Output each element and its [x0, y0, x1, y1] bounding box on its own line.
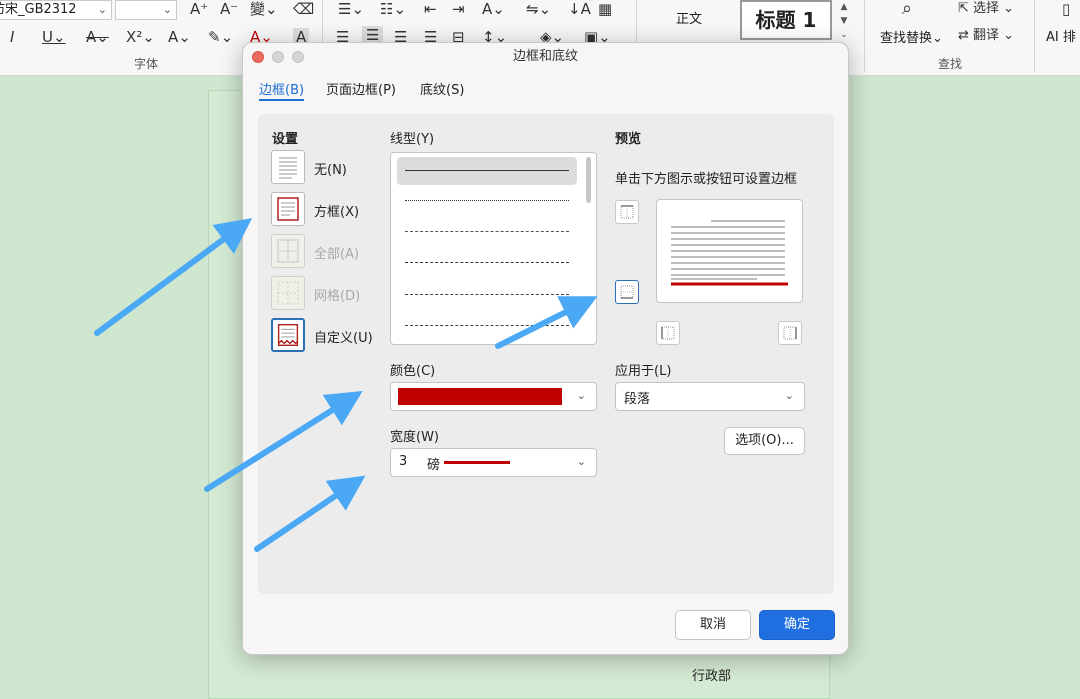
- tab-shading[interactable]: 底纹(S): [420, 79, 464, 98]
- find-group-label: 查找: [938, 57, 963, 71]
- setting-grid-label: 网格(D): [314, 289, 361, 304]
- bullets-icon[interactable]: ☰⌄: [338, 0, 364, 18]
- setting-all-icon: [271, 234, 305, 268]
- decrease-indent-icon[interactable]: ⇤: [424, 0, 437, 18]
- show-marks-icon[interactable]: ▦: [598, 0, 612, 18]
- borders-panel: 设置 无(N) 方框(X) 全部(A) 网格(D) 自定义(U) 线型(Y) 颜…: [258, 114, 834, 594]
- highlight-icon[interactable]: ✎⌄: [208, 28, 233, 46]
- width-value: 3: [399, 454, 408, 469]
- linestyle-list[interactable]: [390, 152, 597, 345]
- font-name-value: 仿宋_GB2312: [0, 2, 77, 17]
- setting-grid-icon: [271, 276, 305, 310]
- linestyle-dash-dot-dot[interactable]: [397, 312, 577, 340]
- setting-box-label[interactable]: 方框(X): [314, 201, 359, 220]
- color-label: 颜色(C): [390, 364, 436, 379]
- strikethrough-icon[interactable]: A⌄: [86, 28, 109, 46]
- select-button[interactable]: ⇱ 选择 ⌄: [958, 0, 1014, 18]
- ai-button[interactable]: AI 排: [1046, 26, 1076, 45]
- translate-button[interactable]: ⇄ 翻译 ⌄: [958, 27, 1014, 45]
- text-effect-icon[interactable]: A⌄: [168, 28, 191, 46]
- width-select[interactable]: 3 磅 ⌄: [390, 448, 597, 477]
- chevron-down-icon: ⌄: [576, 389, 586, 402]
- phonetic-guide-icon[interactable]: 變⌄: [250, 0, 278, 18]
- numbering-icon[interactable]: ☷⌄: [380, 0, 406, 18]
- tab-borders[interactable]: 边框(B): [259, 79, 305, 101]
- italic-icon[interactable]: I: [10, 28, 14, 46]
- width-sample-line: [444, 461, 510, 464]
- ribbon-divider: [1034, 0, 1035, 72]
- style-heading-1[interactable]: 标题 1: [740, 0, 832, 40]
- chevron-down-icon: ⌄: [784, 389, 794, 402]
- color-select[interactable]: ⌄: [390, 382, 597, 411]
- width-label: 宽度(W): [390, 430, 439, 445]
- tab-page-border[interactable]: 页面边框(P): [326, 79, 396, 98]
- zoom-button[interactable]: [292, 51, 304, 63]
- minimize-button[interactable]: [272, 51, 284, 63]
- preview-title: 预览: [615, 132, 642, 147]
- setting-custom-label[interactable]: 自定义(U): [314, 327, 373, 346]
- chevron-down-icon: ⌄: [162, 3, 172, 16]
- cancel-button[interactable]: 取消: [675, 610, 751, 640]
- clear-format-icon[interactable]: ⌫: [293, 0, 314, 18]
- document-text: 行政部: [692, 669, 732, 684]
- setting-none-icon[interactable]: [271, 150, 305, 184]
- linestyle-scrollbar[interactable]: [586, 157, 591, 203]
- ribbon-divider: [864, 0, 865, 72]
- linestyle-dash[interactable]: [397, 249, 577, 277]
- search-icon: ⌕: [902, 0, 913, 19]
- right-border-toggle-icon[interactable]: [778, 321, 802, 345]
- setting-all-label: 全部(A): [314, 247, 360, 262]
- linestyle-solid[interactable]: [397, 157, 577, 185]
- left-border-toggle-icon[interactable]: [656, 321, 680, 345]
- bottom-border-toggle-icon[interactable]: [615, 280, 639, 304]
- apply-value: 段落: [624, 392, 651, 407]
- ok-button[interactable]: 确定: [759, 610, 835, 640]
- font-name-select[interactable]: 仿宋_GB2312 ⌄: [0, 0, 112, 20]
- borders-shading-dialog: 边框和底纹 边框(B) 页面边框(P) 底纹(S) 设置 无(N) 方框(X) …: [242, 42, 849, 655]
- linestyle-dash-dot[interactable]: [397, 281, 577, 309]
- color-swatch: [398, 388, 562, 405]
- style-normal[interactable]: 正文: [644, 0, 734, 40]
- asian-layout-icon[interactable]: ⇋⌄: [526, 0, 551, 18]
- underline-icon[interactable]: U⌄: [42, 28, 66, 46]
- preview-hint: 单击下方图示或按钮可设置边框: [615, 172, 798, 187]
- setting-none-label[interactable]: 无(N): [314, 159, 347, 178]
- find-replace-button[interactable]: 查找替换⌄: [880, 27, 943, 46]
- chevron-down-icon: ⌄: [97, 3, 107, 16]
- shrink-font-icon[interactable]: A⁻: [220, 0, 238, 18]
- options-button[interactable]: 选项(O)...: [724, 427, 805, 455]
- font-group-label: 字体: [134, 57, 159, 71]
- styles-scroll[interactable]: ▲ ▼ ⌄: [838, 0, 850, 44]
- grow-font-icon[interactable]: A⁺: [190, 0, 208, 18]
- sort-icon[interactable]: ↓A: [568, 0, 591, 18]
- find-replace-label: 查找替换: [880, 31, 933, 46]
- linestyle-fine-dash[interactable]: [397, 218, 577, 246]
- apply-select[interactable]: 段落 ⌄: [615, 382, 805, 411]
- setting-custom-icon[interactable]: [271, 318, 305, 352]
- close-button[interactable]: [252, 51, 264, 63]
- translate-label: 翻译: [973, 28, 1000, 43]
- superscript-icon[interactable]: X²⌄: [126, 28, 155, 46]
- linestyle-dotted[interactable]: [397, 187, 577, 215]
- apply-label: 应用于(L): [615, 364, 672, 379]
- select-label: 选择: [973, 1, 1000, 16]
- width-unit: 磅: [427, 458, 441, 473]
- settings-title: 设置: [272, 132, 299, 147]
- dialog-title: 边框和底纹: [512, 49, 578, 64]
- text-direction-icon[interactable]: A⌄: [482, 0, 505, 18]
- linestyle-label: 线型(Y): [390, 132, 435, 147]
- border-preview[interactable]: [656, 199, 803, 303]
- ai-icon: ▯: [1062, 0, 1071, 18]
- setting-box-icon[interactable]: [271, 192, 305, 226]
- increase-indent-icon[interactable]: ⇥: [452, 0, 465, 18]
- chevron-down-icon: ⌄: [576, 455, 586, 468]
- top-border-toggle-icon[interactable]: [615, 200, 639, 224]
- font-size-select[interactable]: ⌄: [115, 0, 177, 20]
